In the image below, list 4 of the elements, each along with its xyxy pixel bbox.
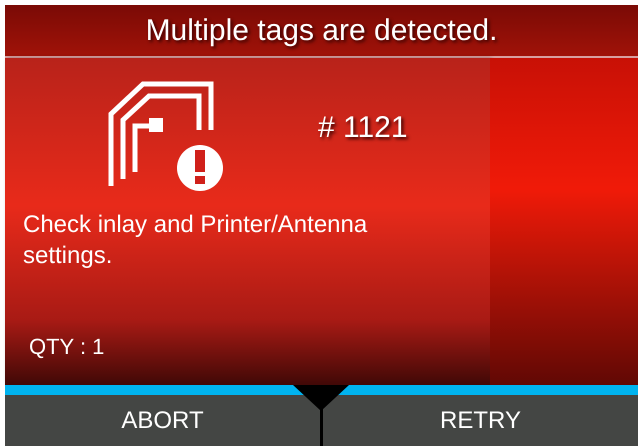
error-code: # 1121 — [318, 110, 408, 146]
quantity-label: QTY : 1 — [29, 333, 106, 361]
screen-title: Multiple tags are detected. — [5, 5, 638, 58]
error-message: Check inlay and Printer/Antenna settings. — [23, 210, 368, 272]
